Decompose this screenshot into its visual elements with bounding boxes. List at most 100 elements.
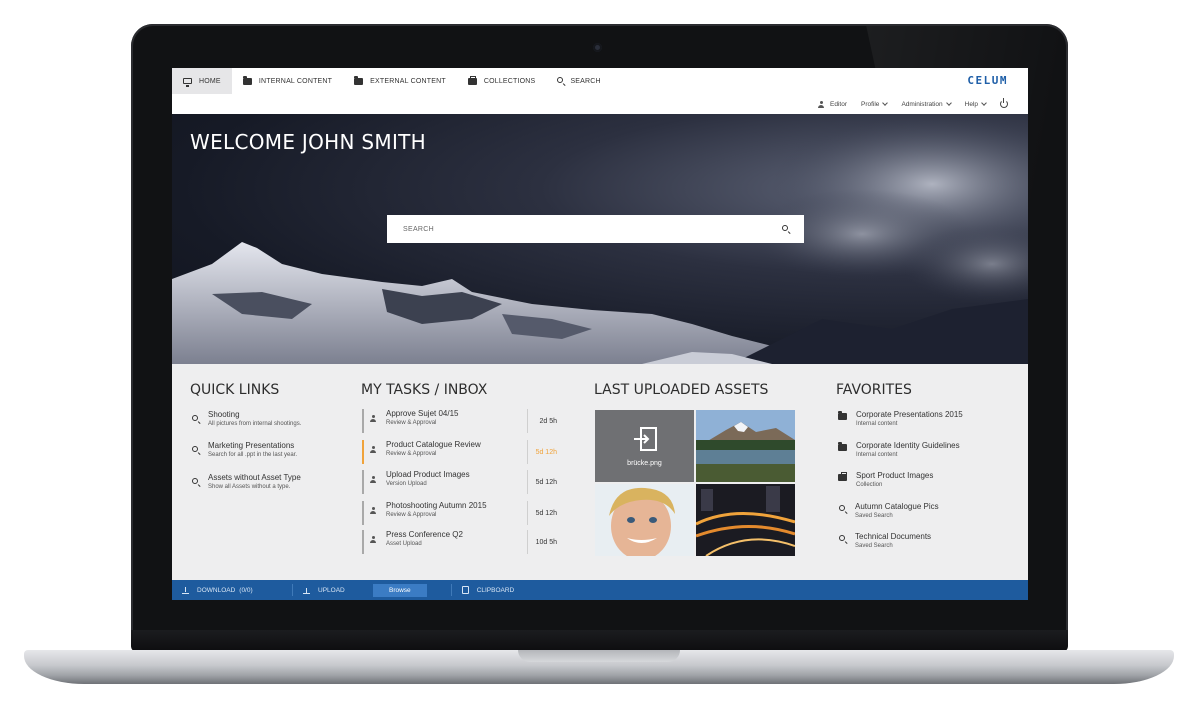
asset-tile-city-night[interactable] xyxy=(696,484,795,556)
favorite-item[interactable]: Sport Product Images Collection xyxy=(838,471,933,490)
nav-collections-label: COLLECTIONS xyxy=(483,77,536,85)
celum-logo[interactable]: CELUM xyxy=(967,74,1008,87)
asset-tile-portrait[interactable] xyxy=(595,484,694,556)
profile-menu[interactable]: Profile xyxy=(861,99,889,108)
task-time: 10d 5h xyxy=(527,530,557,554)
asset-filename: brücke.png xyxy=(627,459,662,467)
task-title: Approve Sujet 04/15 xyxy=(386,409,459,418)
city-night-image xyxy=(696,484,795,556)
quick-link-title: Shooting xyxy=(208,410,240,419)
task-row[interactable]: Photoshooting Autumn 2015 Review & Appro… xyxy=(362,501,557,527)
download-icon xyxy=(182,586,189,594)
task-title: Product Catalogue Review xyxy=(386,440,481,449)
group-icon xyxy=(370,507,380,514)
clipboard-button[interactable]: CLIPBOARD xyxy=(452,580,525,600)
nav-search[interactable]: SEARCH xyxy=(546,68,611,94)
favorite-item[interactable]: Corporate Presentations 2015 Internal co… xyxy=(838,410,963,429)
search-icon[interactable] xyxy=(782,225,788,231)
briefcase-icon xyxy=(467,75,477,85)
task-sub: Version Upload xyxy=(386,481,427,487)
profile-label: Profile xyxy=(861,100,880,108)
administration-menu[interactable]: Administration xyxy=(901,99,952,108)
chevron-down-icon xyxy=(981,99,987,106)
nav-internal-content[interactable]: INTERNAL CONTENT xyxy=(232,68,343,94)
search-icon xyxy=(192,415,198,421)
download-button[interactable]: DOWNLOAD (0/0) xyxy=(172,580,292,600)
download-label: DOWNLOAD xyxy=(197,586,236,594)
user-icon xyxy=(370,536,380,543)
power-icon xyxy=(1000,98,1008,108)
quick-link-sub: Show all Assets without a type. xyxy=(208,484,291,490)
user-icon xyxy=(370,415,380,422)
user-icon xyxy=(818,101,825,108)
hero-banner: WELCOME JOHN SMITH xyxy=(172,114,1028,364)
quick-link-item[interactable]: Shooting All pictures from internal shoo… xyxy=(192,410,301,429)
folder-icon xyxy=(242,75,252,85)
nav-internal-content-label: INTERNAL CONTENT xyxy=(258,77,333,85)
clipboard-icon xyxy=(461,586,469,594)
task-time: 2d 5h xyxy=(527,409,557,433)
top-navigation: HOME INTERNAL CONTENT EXTERNAL CONTENT C… xyxy=(172,68,1028,94)
tasks-title: MY TASKS / INBOX xyxy=(361,382,488,398)
search-icon xyxy=(192,446,198,452)
favorite-sub: Collection xyxy=(856,482,883,488)
favorite-item[interactable]: Technical Documents Saved Search xyxy=(838,532,931,551)
help-menu[interactable]: Help xyxy=(964,99,987,108)
assets-title: LAST UPLOADED ASSETS xyxy=(594,382,769,398)
task-row[interactable]: Press Conference Q2 Asset Upload 10d 5h xyxy=(362,530,557,556)
help-label: Help xyxy=(964,100,978,108)
favorite-item[interactable]: Corporate Identity Guidelines Internal c… xyxy=(838,441,960,460)
upload-button[interactable]: UPLOAD xyxy=(293,580,373,600)
webcam xyxy=(593,43,602,52)
favorite-sub: Internal content xyxy=(856,452,898,458)
upload-icon xyxy=(303,586,310,594)
favorite-title: Sport Product Images xyxy=(856,471,934,480)
task-row[interactable]: Upload Product Images Version Upload 5d … xyxy=(362,470,557,496)
favorite-sub: Saved Search xyxy=(855,543,893,549)
mountain-lake-image xyxy=(696,410,795,482)
monitor-icon xyxy=(183,78,192,87)
user-menu[interactable]: Editor xyxy=(818,101,847,108)
favorite-item[interactable]: Autumn Catalogue Pics Saved Search xyxy=(838,502,939,521)
task-time: 5d 12h xyxy=(527,440,557,464)
download-count: (0/0) xyxy=(239,586,253,594)
user-subnav: Editor Profile Administration Help xyxy=(172,94,1028,114)
quick-link-sub: All pictures from internal shootings. xyxy=(208,421,302,427)
nav-collections[interactable]: COLLECTIONS xyxy=(457,68,547,94)
welcome-heading: WELCOME JOHN SMITH xyxy=(190,130,427,154)
search-icon xyxy=(192,478,198,484)
asset-tile-uploading[interactable]: brücke.png xyxy=(595,410,694,482)
nav-home-label: HOME xyxy=(199,77,221,85)
task-status-bar xyxy=(362,440,364,464)
nav-search-label: SEARCH xyxy=(570,77,601,85)
quick-link-item[interactable]: Assets without Asset Type Show all Asset… xyxy=(192,473,301,492)
task-row[interactable]: Product Catalogue Review Review & Approv… xyxy=(362,440,557,466)
hero-search-input[interactable] xyxy=(403,225,782,233)
favorite-title: Autumn Catalogue Pics xyxy=(855,502,939,511)
search-icon xyxy=(557,77,564,83)
favorite-sub: Saved Search xyxy=(855,513,893,519)
import-icon xyxy=(633,426,657,451)
briefcase-icon xyxy=(838,472,847,481)
chevron-down-icon xyxy=(945,99,952,106)
user-role-label: Editor xyxy=(830,100,847,108)
task-row[interactable]: Approve Sujet 04/15 Review & Approval 2d… xyxy=(362,409,557,435)
administration-label: Administration xyxy=(901,100,943,108)
task-sub: Review & Approval xyxy=(386,512,437,518)
logout-button[interactable] xyxy=(1000,98,1008,108)
quick-link-item[interactable]: Marketing Presentations Search for all .… xyxy=(192,441,297,460)
task-status-bar xyxy=(362,470,364,494)
task-title: Photoshooting Autumn 2015 xyxy=(386,501,487,510)
favorite-sub: Internal content xyxy=(856,421,898,427)
group-icon xyxy=(370,476,380,483)
task-status-bar xyxy=(362,501,364,525)
browse-button[interactable]: Browse xyxy=(373,583,427,597)
upload-label: UPLOAD xyxy=(318,586,345,594)
nav-external-content[interactable]: EXTERNAL CONTENT xyxy=(343,68,457,94)
nav-home[interactable]: HOME xyxy=(172,68,232,94)
laptop-bezel-bottom xyxy=(131,630,1068,652)
clipboard-label: CLIPBOARD xyxy=(476,586,515,594)
task-status-bar xyxy=(362,409,364,433)
asset-tile-mountain-lake[interactable] xyxy=(696,410,795,482)
child-portrait-image xyxy=(595,484,694,556)
